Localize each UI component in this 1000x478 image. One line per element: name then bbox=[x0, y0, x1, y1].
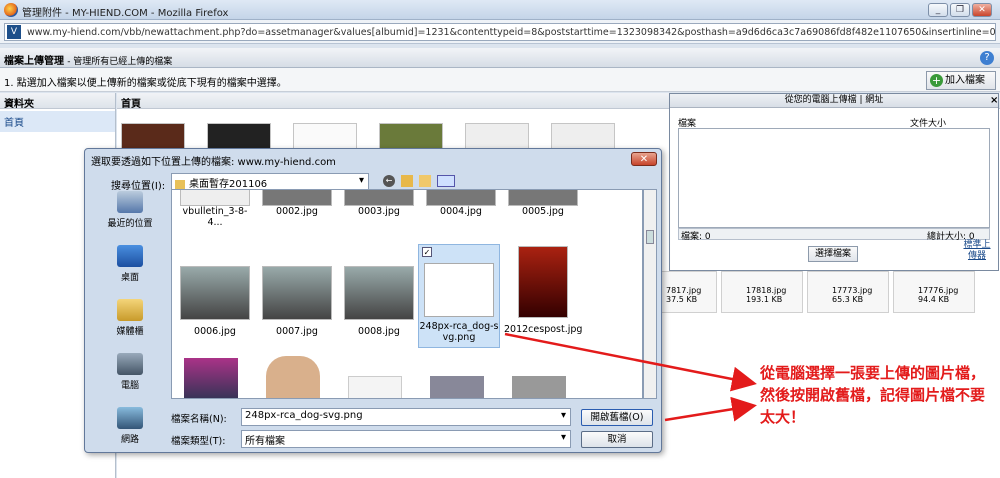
arrow-to-file bbox=[504, 332, 757, 392]
arrow-to-open bbox=[664, 396, 757, 422]
annotation-note: 從電腦選擇一張要上傳的圖片檔，然後按開啟舊檔，記得圖片檔不要太大！ bbox=[760, 364, 986, 426]
